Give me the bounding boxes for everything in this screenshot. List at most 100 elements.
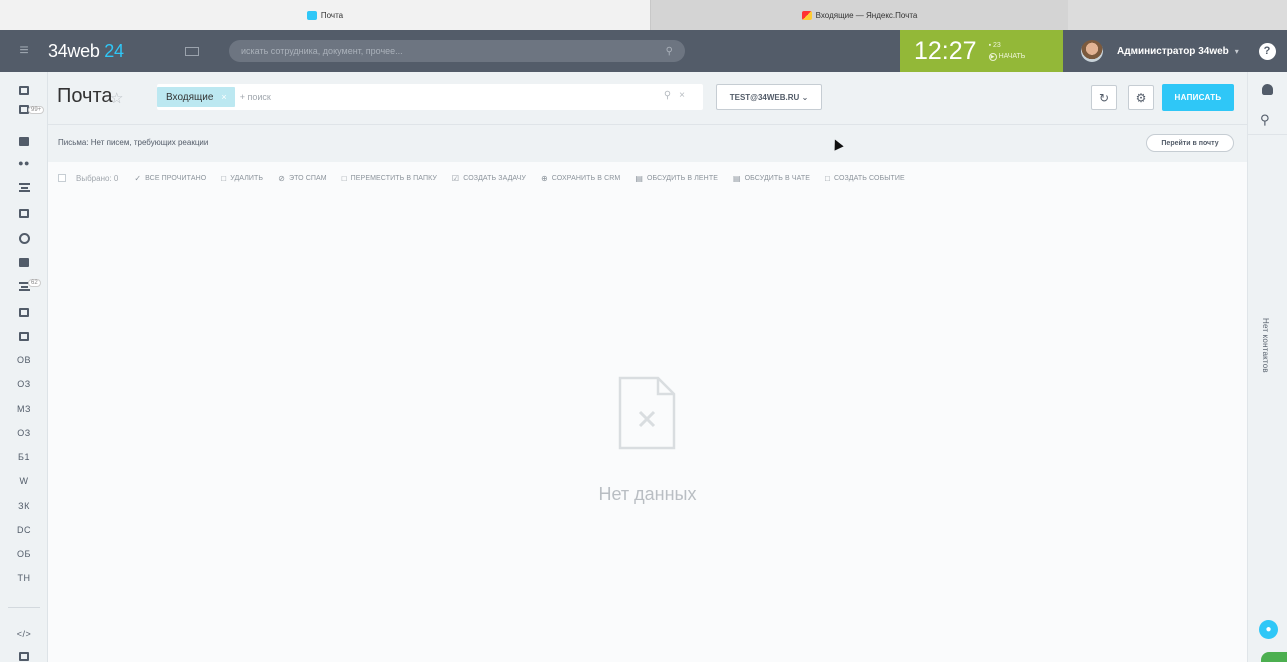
action-delete[interactable]: □ УДАЛИТЬ (221, 174, 263, 183)
folder-icon: □ (341, 173, 347, 183)
filter-search[interactable]: Входящие × + поиск ⚲× (157, 84, 703, 110)
filter-chip-label: Входящие (166, 91, 214, 103)
browser-tab-active[interactable]: Почта (0, 0, 650, 30)
sidebar-item-drive[interactable] (0, 175, 48, 199)
search-icon[interactable]: ⚲ (1260, 112, 1270, 128)
action-spam[interactable]: ⊘ ЭТО СПАМ (278, 174, 327, 183)
action-label: ОБСУДИТЬ В ЛЕНТЕ (646, 174, 718, 182)
sidebar-item-7[interactable]: ЗК (0, 494, 48, 518)
browser-tab-label: Входящие — Яндекс.Почта (815, 10, 918, 20)
page-title: Почта (57, 85, 113, 107)
sidebar-item-1[interactable]: ОВ (0, 348, 48, 372)
play-icon: ▶ (988, 53, 997, 61)
close-icon[interactable]: × (221, 92, 226, 102)
sidebar-item-label: ЗК (18, 501, 30, 511)
action-discuss-chat[interactable]: ▤ ОБСУДИТЬ В ЧАТЕ (733, 174, 810, 183)
sidebar-item-label: Б1 (18, 452, 30, 462)
sidebar-item-8[interactable]: DC (0, 518, 48, 542)
sidebar-item-crm[interactable] (0, 250, 48, 274)
briefcase-icon (19, 257, 29, 267)
search-icon[interactable]: ⚲ (666, 46, 673, 57)
browser-tab-inactive[interactable]: Входящие — Яндекс.Почта (650, 0, 1068, 30)
clock-time: 12:27 (914, 36, 977, 65)
search-icon[interactable]: ⚲ (664, 90, 679, 101)
start-day-button[interactable]: ▶ НАЧАТЬ (988, 51, 1025, 62)
tasks-badge: 99+ (28, 106, 45, 114)
sidebar-item-10[interactable]: ТН (0, 566, 48, 590)
sidebar-item-window[interactable] (0, 300, 48, 324)
action-move[interactable]: □ ПЕРЕМЕСТИТЬ В ПАПКУ (342, 174, 437, 183)
sidebar-item-6[interactable]: W (0, 469, 48, 493)
select-all-checkbox[interactable] (58, 174, 66, 182)
sidebar-divider (8, 607, 40, 608)
sidebar-item-2[interactable]: ОЗ (0, 372, 48, 396)
action-create-event[interactable]: □ СОЗДАТЬ СОБЫТИЕ (825, 174, 905, 183)
sidebar-item-time[interactable] (0, 226, 48, 250)
help-button[interactable]: ? (1247, 30, 1287, 72)
sidebar-item-groups[interactable]: ●● (0, 151, 48, 175)
global-search[interactable]: ⚲ (229, 40, 685, 62)
sidebar-item-contacts[interactable] (0, 324, 48, 348)
mail-list-area: Нет данных (48, 194, 1247, 662)
sidebar-item-9[interactable]: ОБ (0, 542, 48, 566)
user-menu[interactable]: Администратор 34web ▾ (1063, 30, 1247, 72)
sidebar-item-4[interactable]: ОЗ (0, 421, 48, 445)
action-mark-all-read[interactable]: ✓ ВСЕ ПРОЧИТАНО (134, 174, 206, 183)
filter-search-hint: + поиск (239, 92, 271, 102)
mailbox-select[interactable]: TEST@34WEB.RU ⌄ (716, 84, 822, 110)
sidebar-item-sites[interactable] (0, 644, 48, 662)
worktime-widget[interactable]: 12:27 ▪ 23 ▶ НАЧАТЬ (900, 30, 1063, 72)
open-chat-button[interactable]: ● (1259, 620, 1278, 639)
mail-favicon-icon (306, 10, 317, 20)
compose-button[interactable]: НАПИСАТЬ (1162, 84, 1234, 111)
chevron-down-icon: ▾ (1234, 46, 1239, 56)
status-text: Письма: Нет писем, требующих реакции (58, 138, 209, 147)
action-label: СОЗДАТЬ ЗАДАЧУ (463, 174, 526, 182)
actions-bar: Выбрано: 0 ✓ ВСЕ ПРОЧИТАНО □ УДАЛИТЬ ⊘ ЭТО … (48, 162, 1247, 194)
mailbox-label: TEST@34WEB.RU (729, 92, 800, 102)
sidebar-item-3[interactable]: МЗ (0, 397, 48, 421)
action-label: ПЕРЕМЕСТИТЬ В ПАПКУ (350, 174, 437, 182)
selected-count: Выбрано: 0 (76, 173, 119, 183)
menu-icon[interactable]: ≡ (0, 42, 48, 60)
sidebar-item-label: ОВ (16, 355, 31, 365)
browser-tab-label: Почта (320, 10, 344, 20)
sidebar-item-filter[interactable] (0, 274, 48, 298)
sidebar-item-calendar[interactable] (0, 201, 48, 225)
filter-tools: ⚲× (664, 90, 693, 101)
action-discuss-feed[interactable]: ▤ ОБСУДИТЬ В ЛЕНТЕ (635, 174, 718, 183)
contact-card-icon (19, 331, 29, 341)
refresh-icon: ↻ (1098, 90, 1110, 105)
logo[interactable]: 34web 24 (48, 41, 173, 62)
crm-icon: ⊕ (540, 173, 548, 183)
sidebar-item-chat[interactable] (0, 129, 48, 153)
feed-icon (19, 85, 29, 95)
chat-icon: ▤ (732, 173, 741, 183)
sites-icon (19, 651, 29, 661)
action-label: СОХРАНИТЬ В CRM (551, 174, 621, 182)
action-save-crm[interactable]: ⊕ СОХРАНИТЬ В CRM (541, 174, 620, 183)
filter-badge: 62 (28, 279, 41, 287)
goto-mail-button[interactable]: Перейти в почту (1146, 134, 1234, 152)
filter-chip[interactable]: Входящие × (157, 87, 235, 107)
empty-document-icon (618, 376, 676, 450)
bell-icon[interactable] (1262, 84, 1273, 95)
browser-tab-strip: Почта Входящие — Яндекс.Почта (0, 0, 1287, 30)
clear-icon[interactable]: × (679, 90, 693, 101)
chevron-down-icon: ⌄ (801, 92, 809, 102)
status-indicator (1261, 652, 1287, 662)
qr-scan-icon[interactable] (185, 46, 199, 56)
settings-button[interactable]: ⚙ (1128, 85, 1154, 110)
sidebar-item-label: DC (17, 525, 31, 535)
refresh-button[interactable]: ↻ (1091, 85, 1117, 110)
sidebar-item-5[interactable]: Б1 (0, 445, 48, 469)
star-icon[interactable]: ☆ (110, 89, 123, 107)
sidebar-item-developer[interactable]: </> (0, 622, 48, 646)
status-row: Письма: Нет писем, требующих реакции Пер… (48, 124, 1247, 160)
action-label: ВСЕ ПРОЧИТАНО (145, 174, 207, 182)
action-label: ОБСУДИТЬ В ЧАТЕ (744, 174, 810, 182)
clock-task-count: ▪ 23 (988, 42, 1001, 49)
action-create-task[interactable]: ☑ СОЗДАТЬ ЗАДАЧУ (452, 174, 526, 183)
calendar-icon: □ (825, 173, 830, 183)
search-input[interactable] (241, 46, 641, 56)
